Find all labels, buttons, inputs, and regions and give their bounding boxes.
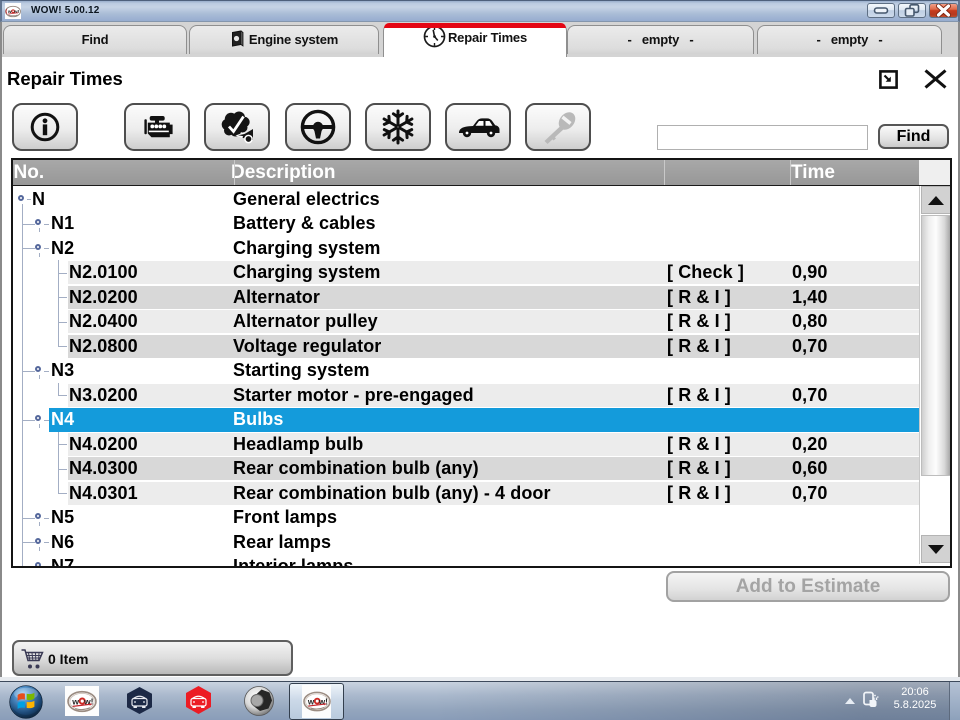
svg-text:w!: w!	[13, 9, 20, 15]
svg-text:w: w	[7, 10, 12, 15]
svg-text:w: w	[71, 696, 79, 706]
